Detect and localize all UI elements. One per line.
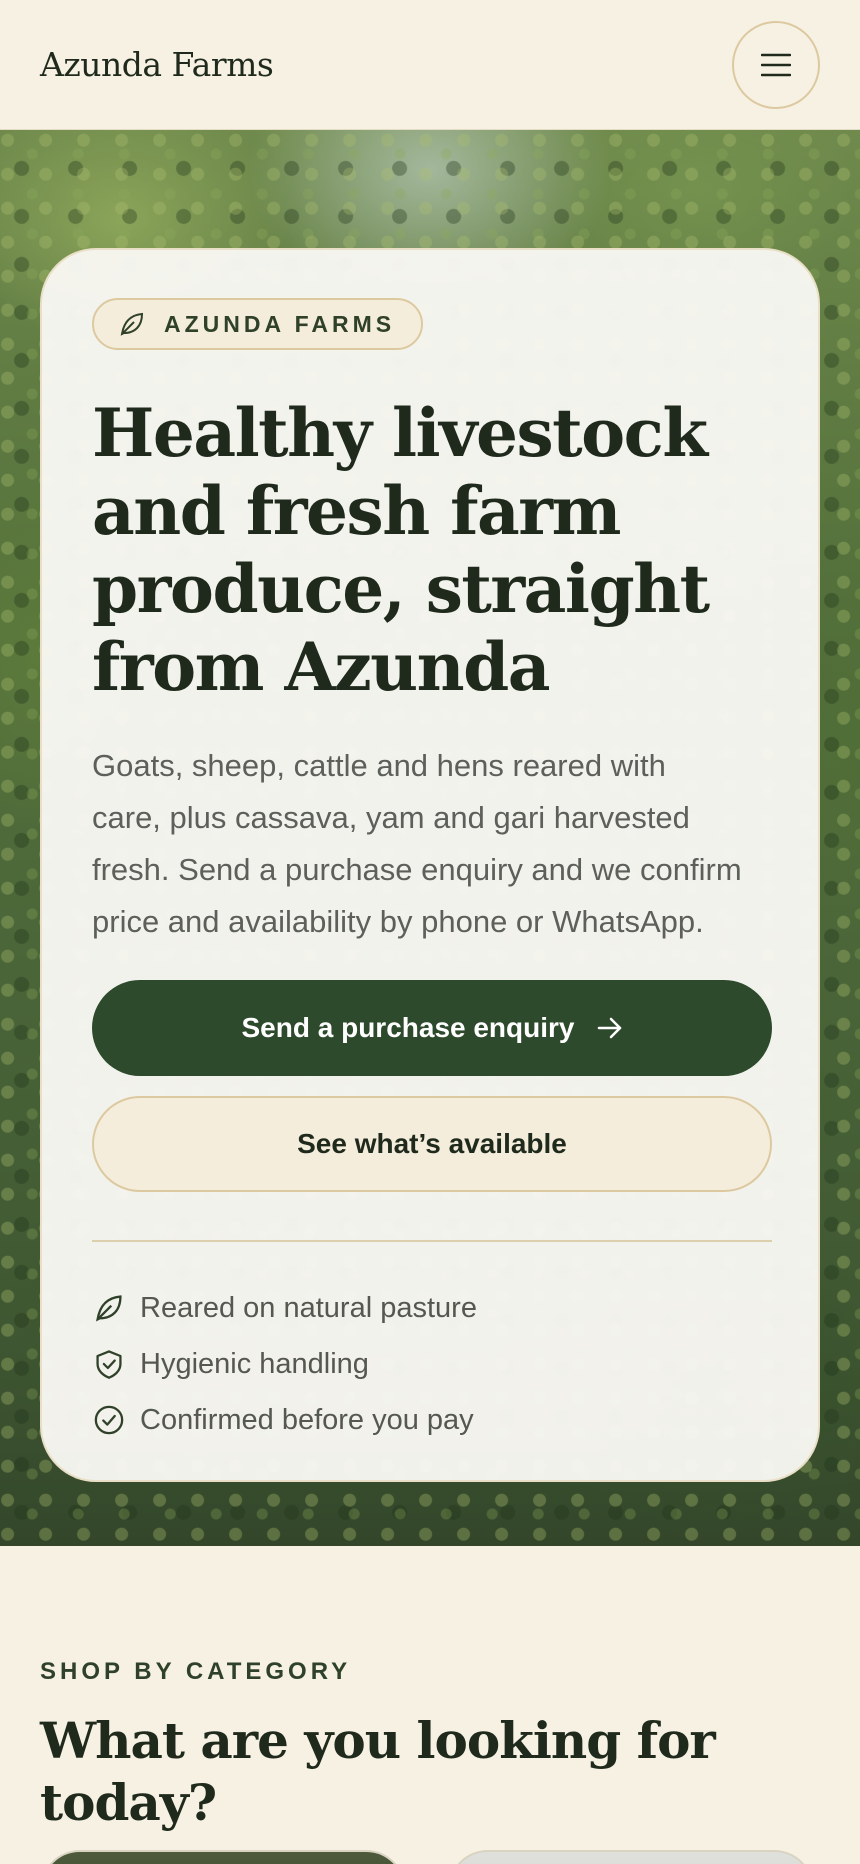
category-title: What are you looking for today? — [40, 1711, 716, 1832]
hero-section: AZUNDA FARMS Healthy livestock and fresh… — [0, 130, 860, 1546]
hero-badge: AZUNDA FARMS — [92, 298, 424, 350]
hero-description: Goats, sheep, cattle and hens reared wit… — [92, 748, 742, 939]
purchase-enquiry-button[interactable]: Send a purchase enquiry — [92, 980, 772, 1076]
category-eyebrow: SHOP BY CATEGORY — [40, 1658, 352, 1685]
menu-button[interactable] — [732, 20, 820, 109]
leaf-icon — [96, 1295, 122, 1322]
leaf-icon — [120, 312, 144, 336]
see-available-label: See what’s available — [297, 1128, 567, 1159]
check-circle-icon — [94, 1405, 124, 1435]
feature-label: Confirmed before you pay — [140, 1403, 474, 1436]
feature-item: Reared on natural pasture — [92, 1280, 772, 1336]
shield-check-icon — [96, 1350, 122, 1379]
features-divider — [92, 1240, 772, 1242]
hero-badge-label: AZUNDA FARMS — [164, 310, 396, 337]
category-card[interactable] — [40, 1850, 406, 1864]
category-card[interactable] — [448, 1850, 814, 1864]
feature-list: Reared on natural pasture Hygienic handl… — [92, 1280, 772, 1448]
feature-item: Hygienic handling — [92, 1336, 772, 1392]
see-available-button[interactable]: See what’s available — [92, 1096, 772, 1192]
feature-label: Hygienic handling — [140, 1347, 369, 1380]
site-header: Azunda Farms — [0, 0, 860, 130]
hero-headline: Healthy livestock and fresh farm produce… — [92, 394, 710, 706]
brand-logo[interactable]: Azunda Farms — [40, 45, 274, 84]
hamburger-menu-icon — [761, 53, 791, 76]
feature-label: Reared on natural pasture — [140, 1291, 477, 1324]
purchase-enquiry-label: Send a purchase enquiry — [241, 1012, 575, 1043]
category-section: SHOP BY CATEGORY What are you looking fo… — [40, 1546, 820, 1864]
arrow-right-icon — [597, 1017, 621, 1039]
feature-item: Confirmed before you pay — [92, 1392, 772, 1448]
hero-card: AZUNDA FARMS Healthy livestock and fresh… — [40, 248, 820, 1482]
